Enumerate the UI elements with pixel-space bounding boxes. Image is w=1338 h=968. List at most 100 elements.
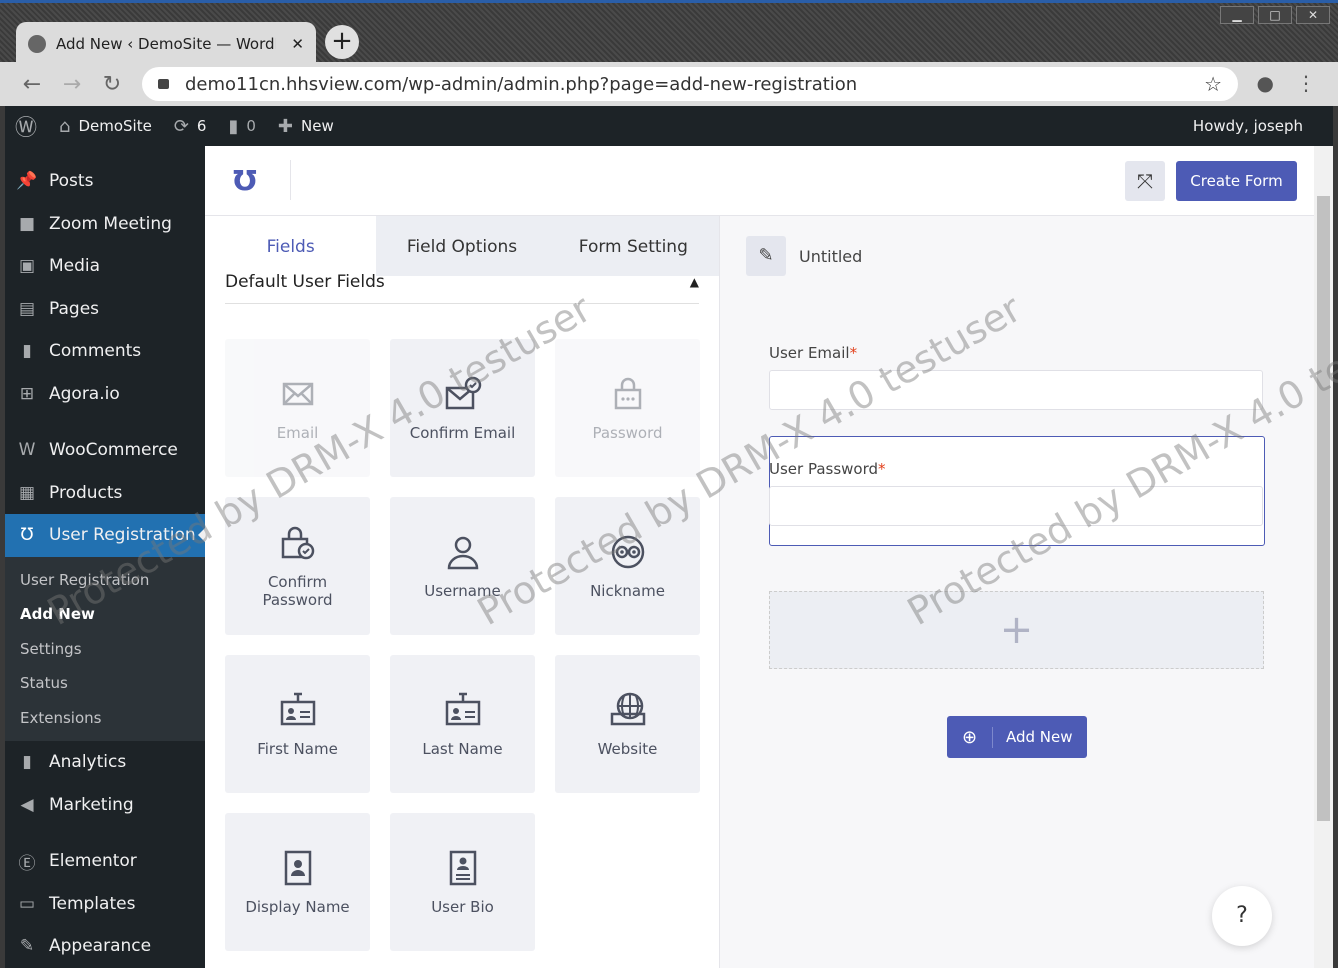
menu-icon[interactable]: ⋮ (1296, 71, 1316, 95)
sidebar-item-label: Posts (49, 171, 94, 192)
field-confirm-password[interactable]: Confirm Password (225, 497, 370, 635)
maximize-button[interactable]: □ (1258, 6, 1292, 24)
sidebar-item-woocommerce[interactable]: W WooCommerce (5, 429, 205, 472)
fullscreen-button[interactable]: ⤧ (1125, 161, 1165, 201)
user-icon (443, 532, 483, 576)
plus-icon: ✚ (277, 115, 294, 137)
sidebar-item-elementor[interactable]: Ⓔ Elementor (5, 840, 205, 883)
sidebar-item-posts[interactable]: 📌 Posts (5, 160, 205, 203)
lock-check-icon (278, 523, 318, 567)
field-label: Confirm Password (262, 573, 333, 609)
sidebar-item-agora-io[interactable]: ⊞ Agora.io (5, 373, 205, 416)
edit-title-icon[interactable]: ✎ (746, 236, 786, 276)
field-website[interactable]: Website (555, 655, 700, 793)
collapse-icon[interactable]: ▲ (690, 275, 699, 289)
field-password[interactable]: Password (555, 339, 700, 477)
field-display-name[interactable]: Display Name (225, 813, 370, 951)
sidebar-item-appearance[interactable]: ✎ Appearance (5, 925, 205, 968)
reload-icon[interactable]: ↻ (92, 72, 132, 97)
field-label: First Name (257, 740, 338, 758)
profile-icon[interactable]: ● (1257, 71, 1274, 95)
submenu-item[interactable]: Status (5, 666, 205, 701)
submenu-item[interactable]: Settings (5, 632, 205, 667)
updates-link[interactable]: ⟳ 6 (174, 116, 207, 137)
address-bar[interactable]: demo11cn.hhsview.com/wp-admin/admin.php?… (142, 67, 1238, 101)
field-last-name[interactable]: Last Name (390, 655, 535, 793)
howdy-user[interactable]: Howdy, joseph (1193, 117, 1303, 135)
form-canvas: ✎ Untitled User Email* User Password* + ⊕… (721, 216, 1314, 968)
sidebar-item-analytics[interactable]: ▮ Analytics (5, 741, 205, 784)
field-confirm-email[interactable]: Confirm Email (390, 339, 535, 477)
new-content-link[interactable]: ✚ New (278, 116, 334, 137)
password-label: User Password (769, 460, 879, 478)
plus-box-icon: ⊞ (19, 383, 35, 404)
submenu-item[interactable]: Add New (5, 597, 205, 632)
divider (290, 160, 291, 200)
brush-icon: ✎ (19, 936, 35, 957)
minimize-button[interactable]: ▁ (1220, 6, 1254, 24)
new-label: New (301, 117, 334, 135)
sidebar-item-label: Templates (49, 893, 136, 914)
builder-header: Ʊ ⤧ Create Form (205, 146, 1314, 216)
media-icon: ▣ (18, 256, 36, 277)
bars-icon: ▮ (22, 752, 32, 773)
password-input[interactable] (769, 486, 1263, 526)
home-icon: ⌂ (59, 115, 71, 137)
new-tab-button[interactable]: + (325, 25, 359, 59)
star-icon[interactable]: ☆ (1204, 72, 1222, 96)
scrollbar[interactable] (1314, 146, 1333, 968)
tab-title: Add New ‹ DemoSite — WordPress (56, 34, 276, 53)
add-row-dropzone[interactable]: + (769, 591, 1264, 669)
field-email[interactable]: Email (225, 339, 370, 477)
id-card-icon (278, 690, 318, 734)
elementor-icon: Ⓔ (18, 853, 36, 874)
email-input[interactable] (769, 370, 1263, 410)
submenu-item[interactable]: User Registration (5, 563, 205, 598)
create-form-button[interactable]: Create Form (1176, 161, 1297, 201)
sidebar-item-label: Pages (49, 298, 100, 319)
field-username[interactable]: Username (390, 497, 535, 635)
sidebar-item-label: WooCommerce (49, 440, 178, 461)
sidebar-item-templates[interactable]: ▭ Templates (5, 883, 205, 926)
field-user-bio[interactable]: User Bio (390, 813, 535, 951)
sidebar-item-user-registration[interactable]: Ʊ User Registration (5, 514, 206, 557)
browser-titlebar: ▁□✕ Add New ‹ DemoSite — WordPress✕ + (0, 0, 1338, 65)
url-text: demo11cn.hhsview.com/wp-admin/admin.php?… (185, 73, 858, 95)
sidebar-item-marketing[interactable]: ◀ Marketing (5, 784, 205, 827)
updates-icon: ⟳ (173, 115, 189, 137)
id-card-icon (443, 690, 483, 734)
field-first-name[interactable]: First Name (225, 655, 370, 793)
sidebar-item-label: Products (49, 482, 123, 503)
user-email-field[interactable]: User Email* (769, 344, 1263, 410)
form-title[interactable]: Untitled (799, 247, 862, 266)
sidebar-item-comments[interactable]: ▮ Comments (5, 330, 205, 373)
badge-icon (278, 848, 318, 892)
required-mark: * (849, 344, 858, 362)
sidebar-item-pages[interactable]: ▤ Pages (5, 288, 205, 331)
close-window-button[interactable]: ✕ (1296, 6, 1330, 24)
sidebar-item-label: Analytics (49, 752, 127, 773)
close-tab-icon[interactable]: ✕ (291, 35, 304, 53)
forward-icon[interactable]: → (52, 72, 92, 97)
field-label: Website (597, 740, 658, 758)
help-button[interactable]: ? (1212, 886, 1272, 946)
browser-tab[interactable]: Add New ‹ DemoSite — WordPress ✕ (16, 22, 316, 65)
wordpress-logo-icon[interactable]: Ⓦ (15, 110, 37, 142)
submenu-item[interactable]: Extensions (5, 701, 205, 736)
field-label: Display Name (245, 898, 350, 916)
section-title: Default User Fields (225, 271, 385, 292)
sidebar-item-products[interactable]: ▦ Products (5, 472, 205, 515)
scrollbar-thumb[interactable] (1317, 196, 1330, 821)
sidebar-item-media[interactable]: ▣ Media (5, 245, 205, 288)
back-icon[interactable]: ← (12, 72, 52, 97)
woo-icon: W (18, 440, 36, 461)
sidebar-item-zoom-meeting[interactable]: ■ Zoom Meeting (5, 203, 205, 246)
lock-icon (608, 374, 648, 418)
site-link[interactable]: ⌂ DemoSite (59, 116, 152, 137)
user-password-field[interactable]: User Password* (769, 460, 1263, 526)
default-user-fields-section[interactable]: Default User Fields ▲ (225, 260, 699, 304)
field-label: Email (276, 424, 319, 442)
comments-link[interactable]: ▮ 0 (228, 116, 255, 137)
add-new-row-button[interactable]: ⊕ Add New (947, 716, 1087, 758)
field-nickname[interactable]: Nickname (555, 497, 700, 635)
